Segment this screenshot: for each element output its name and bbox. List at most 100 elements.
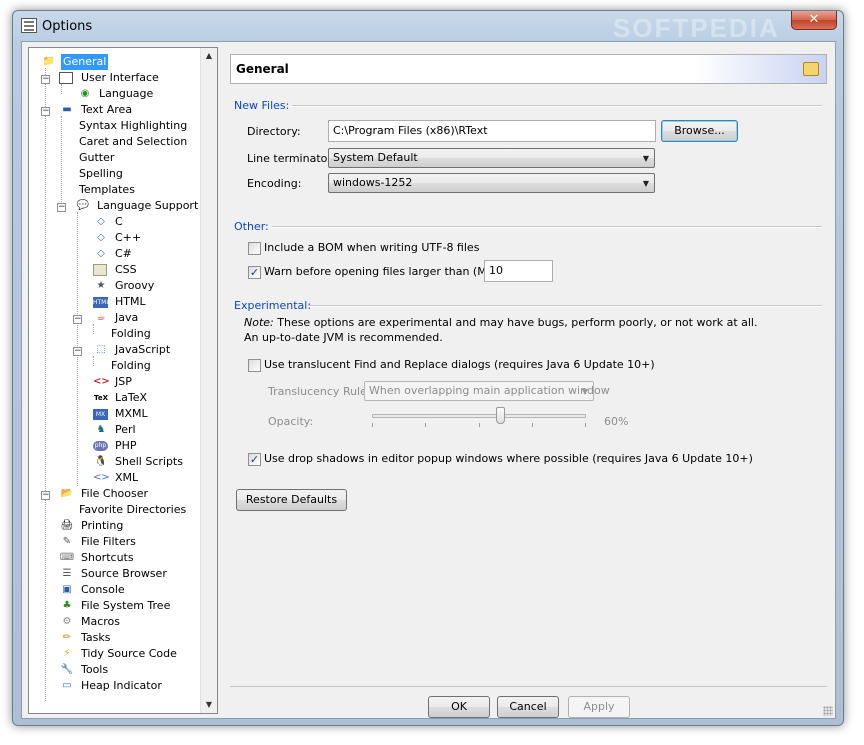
opacity-slider-thumb[interactable]	[496, 407, 506, 424]
restore-defaults-button[interactable]: Restore Defaults	[236, 489, 347, 511]
tree-item-printing[interactable]: 🖨 Printing	[59, 518, 125, 534]
tree-item-heap-indicator[interactable]: ▭ Heap Indicator	[59, 678, 164, 694]
chevron-down-icon: ▼	[581, 387, 588, 396]
scroll-down-arrow-icon[interactable]: ▼	[201, 697, 217, 713]
collapse-toggle[interactable]: −	[41, 75, 50, 84]
tree-item-label: Folding	[111, 327, 151, 340]
tree-item-javascript[interactable]: ⬚ JavaScript	[93, 342, 172, 358]
tree-item-javascript-folding[interactable]: Folding	[109, 358, 153, 374]
tree-scrollbar[interactable]: ▲ ▼	[200, 48, 217, 713]
tree-item-source-browser[interactable]: ☰ Source Browser	[59, 566, 169, 582]
slider-tick	[479, 423, 480, 427]
tree-item-label: General	[61, 54, 109, 70]
folder-icon: 📁	[42, 56, 56, 67]
tree-item-php[interactable]: php PHP	[93, 438, 139, 454]
tree-item-html[interactable]: HTML HTML	[93, 294, 148, 310]
tree-item-file-chooser[interactable]: 📂 File Chooser	[59, 486, 150, 502]
bom-checkbox[interactable]	[248, 242, 261, 255]
javascript-icon: ⬚	[96, 344, 106, 355]
line-terminator-select[interactable]: System Default ▼	[328, 148, 655, 168]
tree-item-jsp[interactable]: <> JSP	[93, 374, 134, 390]
section-divider	[292, 105, 822, 107]
tree-item-csharp[interactable]: ◇ C#	[93, 246, 134, 262]
tree-item-label: Text Area	[81, 103, 133, 116]
tree-item-groovy[interactable]: ★ Groovy	[93, 278, 156, 294]
tree-item-cpp[interactable]: ◇ C++	[93, 230, 143, 246]
drop-shadows-label: Use drop shadows in editor popup windows…	[264, 452, 753, 465]
tree-item-tidy-source-code[interactable]: ⚡ Tidy Source Code	[59, 646, 179, 662]
tree-item-templates[interactable]: Templates	[77, 182, 137, 198]
slider-tick	[532, 423, 533, 427]
tree-item-user-interface[interactable]: User Interface	[59, 70, 161, 86]
tree-item-perl[interactable]: ♞ Perl	[93, 422, 138, 438]
tree-item-java-folding[interactable]: Folding	[109, 326, 153, 342]
tree-item-favorite-directories[interactable]: Favorite Directories	[77, 502, 188, 518]
opacity-slider-track[interactable]	[372, 414, 586, 418]
tree-item-general[interactable]: 📁 General	[41, 54, 109, 70]
latex-icon: TeX	[94, 394, 108, 402]
tree-item-xml[interactable]: <> XML	[93, 470, 140, 486]
tree-item-label: C#	[115, 247, 132, 260]
ok-button[interactable]: OK	[428, 696, 490, 718]
tree-item-tasks[interactable]: ✏ Tasks	[59, 630, 112, 646]
tree-item-label: MXML	[115, 407, 148, 420]
collapse-toggle[interactable]: −	[73, 347, 82, 356]
apply-button[interactable]: Apply	[568, 696, 630, 718]
collapse-toggle[interactable]: −	[73, 315, 82, 324]
warn-size-field[interactable]: 10	[484, 260, 553, 282]
tree-item-label: Java	[115, 311, 139, 324]
opacity-value: 60%	[604, 415, 629, 428]
heap-icon: ▭	[62, 680, 72, 691]
tree-item-java[interactable]: ☕ Java	[93, 310, 140, 326]
speech-bubble-icon: 💬	[76, 200, 90, 211]
tree-item-tools[interactable]: 🔧 Tools	[59, 662, 110, 678]
bom-label: Include a BOM when writing UTF-8 files	[264, 241, 480, 254]
tree-item-shell-scripts[interactable]: 🐧 Shell Scripts	[93, 454, 185, 470]
tree-item-file-system-tree[interactable]: ♣ File System Tree	[59, 598, 172, 614]
tree-item-c[interactable]: ◇ C	[93, 214, 125, 230]
collapse-toggle[interactable]: −	[57, 203, 66, 212]
tree-item-shortcuts[interactable]: ⌨ Shortcuts	[59, 550, 136, 566]
tree-item-caret-and-selection[interactable]: Caret and Selection	[77, 134, 189, 150]
tree-item-console[interactable]: ▣ Console	[59, 582, 127, 598]
translucent-dialogs-checkbox[interactable]	[248, 359, 261, 372]
resize-grip-icon[interactable]	[823, 706, 833, 716]
translucency-rule-select[interactable]: When overlapping main application window…	[364, 381, 610, 401]
drop-shadows-checkbox[interactable]: ✓	[248, 453, 261, 466]
cancel-button[interactable]: Cancel	[497, 696, 559, 718]
browse-button[interactable]: Browse...	[661, 120, 738, 142]
tree-item-label: C++	[115, 231, 142, 244]
keyboard-icon: ⌨	[59, 552, 75, 563]
warn-large-files-checkbox[interactable]: ✓	[248, 266, 261, 279]
tree-item-latex[interactable]: TeX LaTeX	[93, 390, 149, 406]
encoding-label: Encoding:	[247, 177, 302, 190]
tree-item-label: Perl	[115, 423, 136, 436]
tree-item-text-area[interactable]: ▬ Text Area	[59, 102, 134, 118]
tree-item-label: JSP	[115, 375, 132, 388]
tree-item-language[interactable]: ◉ Language	[77, 86, 155, 102]
tree-item-macros[interactable]: ⚙ Macros	[59, 614, 122, 630]
tree-item-label: LaTeX	[115, 391, 148, 404]
tree-item-mxml[interactable]: MX MXML	[93, 406, 150, 422]
tree-item-language-support[interactable]: 💬 Language Support	[75, 198, 200, 214]
encoding-select[interactable]: windows-1252 ▼	[328, 173, 655, 193]
title-bar[interactable]: Options SOFTPEDIA ✕	[13, 11, 843, 43]
tree-item-label: Macros	[81, 615, 121, 628]
tree-item-gutter[interactable]: Gutter	[77, 150, 116, 166]
directory-field[interactable]: C:\Program Files (x86)\RText	[328, 120, 656, 142]
close-button[interactable]: ✕	[791, 11, 837, 30]
tree-item-css[interactable]: CSS	[93, 262, 139, 278]
tree-item-label: Shell Scripts	[115, 455, 183, 468]
globe-icon: ◉	[80, 88, 90, 99]
tree-item-spelling[interactable]: Spelling	[77, 166, 125, 182]
folder-icon	[803, 62, 819, 76]
tree-item-syntax-highlighting[interactable]: Syntax Highlighting	[77, 118, 189, 134]
tree-item-file-filters[interactable]: ✎ File Filters	[59, 534, 138, 550]
collapse-toggle[interactable]: −	[41, 491, 50, 500]
camel-icon: ♞	[96, 424, 106, 435]
note-text: These options are experimental and may h…	[273, 316, 758, 329]
chevron-down-icon: ▼	[642, 179, 649, 188]
scroll-up-arrow-icon[interactable]: ▲	[201, 48, 217, 64]
groovy-icon: ★	[96, 280, 106, 291]
collapse-toggle[interactable]: −	[41, 107, 50, 116]
